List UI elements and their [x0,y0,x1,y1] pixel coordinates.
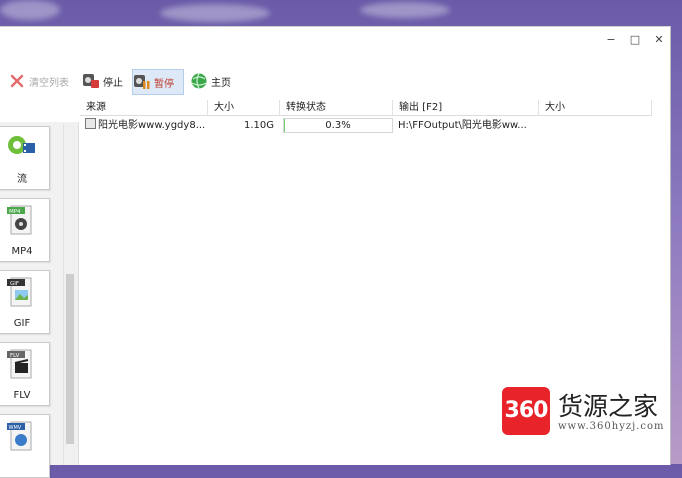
clear-list-label: 清空列表 [29,74,69,89]
stop-icon [82,72,100,90]
toolbar: 清空列表 停止 暂停 主页 [0,67,670,97]
close-button[interactable]: ✕ [652,33,666,47]
svg-text:WMV: WMV [9,425,22,431]
clear-list-button[interactable]: 清空列表 [8,69,74,93]
scrollbar-thumb[interactable] [66,274,74,444]
title-bar: − □ ✕ [0,27,670,55]
wmv-file-icon: WMV [7,421,35,451]
stop-label: 停止 [103,74,123,89]
source-filename: 阳光电影www.ygdy8... [98,120,205,131]
desktop-cloud [160,4,270,22]
format-tile-wmv[interactable]: WMV [0,414,50,478]
svg-text:MP4: MP4 [9,209,21,215]
svg-text:FLV: FLV [10,353,20,359]
output-path-cell: H:\FFOutput\阳光电影ww... [398,118,538,134]
mp4-file-icon: MP4 [7,205,35,235]
maximize-button[interactable]: □ [628,33,642,47]
progress-percent: 0.3% [284,119,392,132]
source-cell: 阳光电影www.ygdy8... [85,118,209,134]
video-file-icon [85,118,96,129]
format-label: FLV [0,390,49,401]
output-size-cell [544,118,644,134]
stop-button[interactable]: 停止 [82,69,128,93]
column-header-source[interactable]: 来源 [80,100,208,116]
format-label: MP4 [0,246,49,257]
format-label: 流 [0,170,49,185]
column-header-output-size[interactable]: 大小 [539,100,652,116]
column-header-size[interactable]: 大小 [208,100,280,116]
gif-file-icon: GIF [7,277,35,307]
watermark-title: 货源之家 [558,387,658,423]
desktop-cloud [360,2,450,18]
format-panel: 流 MP4 MP4 GIF GIF FLV FLV WMV [0,122,79,465]
svg-text:GIF: GIF [10,281,19,287]
video-convert-icon [7,133,35,163]
format-tile-stream[interactable]: 流 [0,126,50,190]
column-header-status[interactable]: 转换状态 [280,100,393,116]
format-tile-gif[interactable]: GIF GIF [0,270,50,334]
format-label: GIF [0,318,49,329]
clear-x-icon [8,72,26,90]
pause-icon [133,73,151,91]
brand-badge: 360 [502,387,550,435]
conversion-progress: 0.3% [283,118,393,133]
watermark: 360 货源之家 www.360hyzj.com [500,385,678,437]
minimize-button[interactable]: − [604,33,618,47]
globe-home-icon [190,72,208,90]
pause-label: 暂停 [154,75,174,90]
format-tile-mp4[interactable]: MP4 MP4 [0,198,50,262]
home-button[interactable]: 主页 [190,69,240,93]
home-label: 主页 [211,74,231,89]
desktop-cloud [0,0,60,20]
flv-file-icon: FLV [7,349,35,379]
watermark-url: www.360hyzj.com [558,421,665,432]
pause-button[interactable]: 暂停 [132,69,184,95]
format-tile-flv[interactable]: FLV FLV [0,342,50,406]
column-header-output[interactable]: 输出 [F2] [393,100,539,116]
format-panel-scrollbar[interactable] [63,124,76,465]
